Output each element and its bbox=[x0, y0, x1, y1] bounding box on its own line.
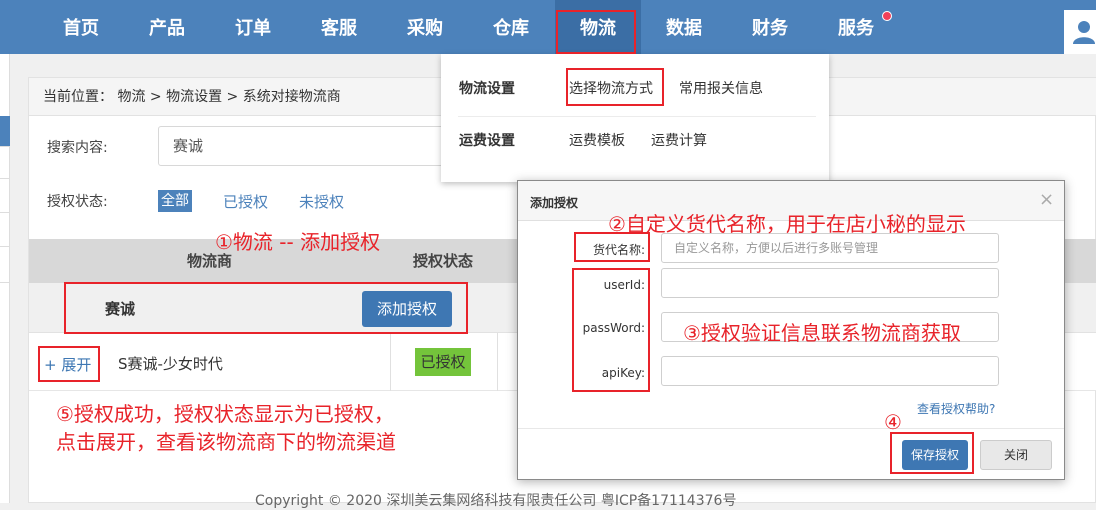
dropdown-section-title: 物流设置 bbox=[459, 81, 515, 97]
annotation-step3: ③授权验证信息联系物流商获取 bbox=[683, 321, 961, 345]
search-label: 搜索内容: bbox=[47, 140, 108, 156]
column-header-auth-status: 授权状态 bbox=[413, 252, 474, 270]
search-input[interactable]: 赛诚 bbox=[158, 126, 458, 166]
nav-item-service[interactable]: 客服 bbox=[296, 0, 382, 54]
channel-name: S赛诚-少女时代 bbox=[118, 355, 223, 373]
nav-item-orders[interactable]: 订单 bbox=[210, 0, 296, 54]
filter-all[interactable]: 全部 bbox=[158, 190, 192, 212]
auth-filter-label: 授权状态: bbox=[47, 194, 108, 210]
close-button[interactable]: 关闭 bbox=[980, 440, 1052, 470]
dropdown-section-title: 运费设置 bbox=[459, 133, 515, 149]
annotation-box-expand bbox=[38, 346, 100, 382]
status-badge: 已授权 bbox=[415, 348, 471, 376]
modal-footer-divider bbox=[518, 428, 1064, 429]
nav-item-finance[interactable]: 财务 bbox=[727, 0, 813, 54]
column-divider bbox=[390, 333, 391, 391]
left-sidebar-strip bbox=[0, 54, 10, 503]
annotation-step5-line2: 点击展开，查看该物流商下的物流渠道 bbox=[56, 430, 396, 454]
filter-authorized[interactable]: 已授权 bbox=[223, 191, 268, 212]
dropdown-link-customs-info[interactable]: 常用报关信息 bbox=[679, 78, 763, 98]
annotation-step2: ②自定义货代名称，用于在店小秘的显示 bbox=[608, 212, 966, 236]
nav-item-home[interactable]: 首页 bbox=[38, 0, 124, 54]
apikey-field[interactable] bbox=[661, 356, 999, 386]
nav-item-services[interactable]: 服务 bbox=[813, 0, 899, 54]
dropdown-link-freight-template[interactable]: 运费模板 bbox=[569, 130, 625, 150]
annotation-box-credentials bbox=[572, 268, 650, 392]
modal-title: 添加授权 bbox=[530, 196, 579, 210]
nav-item-products[interactable]: 产品 bbox=[124, 0, 210, 54]
dropdown-link-freight-calc[interactable]: 运费计算 bbox=[651, 130, 707, 150]
sidebar-divider bbox=[0, 212, 10, 213]
close-icon[interactable]: × bbox=[1039, 189, 1054, 210]
nav-item-warehouse[interactable]: 仓库 bbox=[468, 0, 554, 54]
annotation-step5-line1: ⑤授权成功，授权状态显示为已授权， bbox=[56, 402, 394, 426]
sidebar-divider bbox=[0, 246, 10, 247]
dropdown-divider bbox=[458, 116, 816, 117]
annotation-step1: ①物流 -- 添加授权 bbox=[215, 230, 381, 254]
user-menu[interactable] bbox=[1064, 10, 1096, 54]
userid-field[interactable] bbox=[661, 268, 999, 298]
nav-item-data[interactable]: 数据 bbox=[641, 0, 727, 54]
sidebar-divider bbox=[0, 146, 10, 147]
nav-item-purchase[interactable]: 采购 bbox=[382, 0, 468, 54]
column-divider bbox=[497, 333, 498, 391]
user-icon bbox=[1073, 21, 1095, 44]
sidebar-divider bbox=[0, 178, 10, 179]
filter-unauthorized[interactable]: 未授权 bbox=[299, 191, 344, 212]
forwarder-name-field[interactable]: 自定义名称，方便以后进行多账号管理 bbox=[661, 233, 999, 263]
sidebar-divider bbox=[0, 282, 10, 283]
annotation-step4: ④ bbox=[884, 410, 902, 434]
footer-copyright: Copyright © 2020 深圳美云集网络科技有限责任公司 粤ICP备17… bbox=[255, 493, 737, 509]
annotation-box-add-auth bbox=[64, 282, 468, 334]
sidebar-active-marker bbox=[0, 116, 10, 146]
annotation-box-nav-logistics bbox=[556, 10, 636, 54]
annotation-box-select-method bbox=[566, 68, 664, 106]
notification-dot bbox=[882, 11, 892, 21]
annotation-box-save bbox=[890, 432, 974, 474]
auth-help-link[interactable]: 查看授权帮助? bbox=[917, 400, 995, 417]
